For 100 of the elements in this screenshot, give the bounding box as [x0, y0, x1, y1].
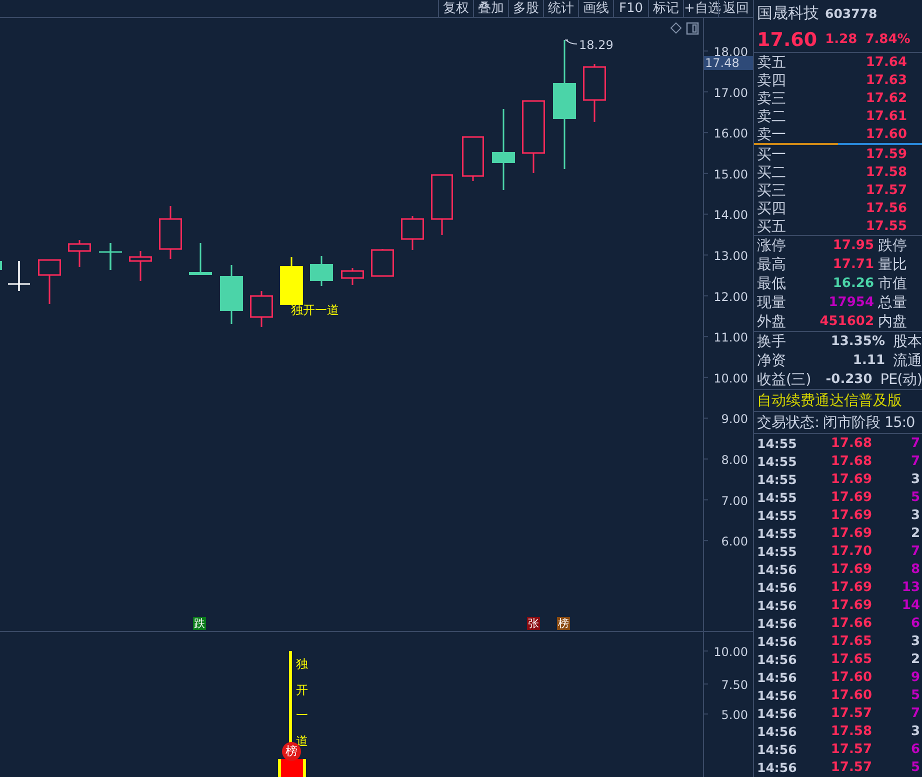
candlestick	[371, 249, 394, 277]
candlestick	[8, 261, 30, 291]
candlestick	[220, 265, 243, 324]
last-price: 17.60	[757, 28, 818, 50]
order-price: 17.61	[864, 108, 907, 124]
tick-time: 14:55	[757, 508, 798, 522]
candlestick	[38, 259, 61, 304]
order-level-label: 买三	[757, 182, 787, 200]
axis-label: 6.00	[721, 534, 748, 549]
tick-time: 14:56	[757, 652, 798, 666]
stat-label: 净资	[757, 352, 786, 370]
toolbar-button[interactable]: 叠加	[473, 0, 508, 17]
tick-price: 17.69	[830, 562, 872, 576]
tick-time: 14:55	[757, 544, 798, 558]
toolbar-button[interactable]: 返回	[718, 0, 753, 17]
tick-price: 17.60	[830, 670, 872, 684]
tick-volume: 6	[910, 742, 920, 756]
stat-label: 收益(三)	[757, 371, 811, 389]
tick-time: 14:56	[757, 616, 798, 630]
stat-label: 市值	[878, 274, 907, 293]
tick-time: 14:56	[757, 562, 798, 576]
tick-price: 17.69	[830, 490, 872, 504]
order-level-label: 买一	[757, 146, 787, 164]
order-level-label: 买二	[757, 164, 787, 182]
tick-price: 17.66	[830, 616, 872, 630]
tick-volume: 8	[910, 562, 920, 576]
stat-value: 17954	[828, 295, 874, 310]
axis-label: 14.00	[714, 208, 748, 222]
tick-volume: 9	[910, 670, 920, 684]
stat-label: 外盘	[757, 313, 787, 331]
stat-value: 13.35%	[830, 334, 885, 349]
order-level-label: 卖五	[757, 54, 787, 72]
toolbar-button[interactable]: F10	[613, 0, 648, 17]
tick-time: 14:55	[757, 526, 798, 540]
stock-code: 603778	[825, 6, 878, 21]
tick-price: 17.69	[830, 508, 872, 522]
panel-icon[interactable]	[686, 22, 699, 35]
tick-volume: 5	[910, 760, 920, 774]
toolbar-button[interactable]: 统计	[543, 0, 578, 17]
candlestick	[0, 261, 2, 270]
pattern-label: 独开一道	[291, 303, 339, 317]
tick-time: 14:56	[757, 598, 798, 612]
order-level-label: 卖一	[757, 126, 787, 144]
candlestick	[431, 174, 453, 235]
candlestick	[68, 240, 91, 267]
tick-price: 17.57	[830, 706, 872, 720]
leader-line	[564, 40, 578, 44]
stat-label: 跌停	[878, 237, 907, 255]
tick-time: 14:56	[757, 634, 798, 648]
notice-text: 自动续费通达信普及版	[757, 392, 903, 411]
order-level-label: 卖二	[757, 108, 787, 126]
tick-price: 17.69	[830, 580, 872, 594]
stat-label: 流通	[893, 352, 922, 370]
tick-volume: 3	[910, 724, 920, 738]
stock-name: 国晟科技	[757, 3, 819, 24]
candlestick	[341, 268, 364, 285]
tick-price: 17.57	[830, 742, 872, 756]
tick-price: 17.68	[830, 436, 872, 450]
tick-time: 14:56	[757, 670, 798, 684]
price-change: 1.28	[825, 32, 858, 47]
high-price-label: 18.29	[579, 38, 614, 52]
candlestick	[99, 243, 122, 270]
tick-volume: 7	[910, 436, 920, 450]
order-price: 17.63	[864, 72, 907, 88]
tick-time: 14:55	[757, 472, 798, 486]
candlestick	[189, 243, 212, 275]
stat-value: 451602	[818, 314, 874, 329]
candlestick	[129, 251, 152, 281]
tick-volume: 3	[910, 508, 920, 522]
stat-label: 股本	[893, 333, 922, 351]
tick-volume: 5	[910, 688, 920, 702]
tick-price: 17.65	[830, 634, 872, 648]
tick-time: 14:56	[757, 688, 798, 702]
tick-volume: 14	[900, 598, 920, 612]
stat-label: 量比	[878, 256, 907, 274]
axis-label: 7.50	[721, 678, 748, 692]
tick-volume: 2	[910, 526, 920, 540]
stat-label: 总量	[878, 294, 907, 312]
axis-label: 9.00	[721, 412, 748, 426]
order-price: 17.55	[864, 218, 907, 234]
axis-label: 10.00	[714, 645, 748, 659]
tick-price: 17.69	[830, 526, 872, 540]
tick-price: 17.69	[830, 472, 872, 486]
tick-time: 14:56	[757, 724, 798, 738]
axis-label: 16.00	[714, 126, 748, 141]
order-price: 17.64	[864, 54, 907, 70]
diamond-icon[interactable]	[670, 22, 682, 34]
tick-price: 17.68	[830, 454, 872, 468]
toolbar-button[interactable]: 复权	[438, 0, 473, 17]
stat-label: 换手	[757, 332, 786, 351]
order-level-label: 卖三	[757, 90, 787, 108]
toolbar-button[interactable]: 画线	[578, 0, 613, 17]
toolbar-button[interactable]: 标记	[648, 0, 683, 17]
order-level-label: 卖四	[757, 72, 787, 90]
stat-label: 涨停	[757, 237, 787, 255]
tick-time: 14:55	[757, 490, 798, 504]
stat-label: 现量	[757, 294, 787, 312]
axis-label: 18.00	[714, 45, 748, 59]
signal-bar	[278, 759, 306, 777]
toolbar-button[interactable]: 多股	[508, 0, 543, 17]
